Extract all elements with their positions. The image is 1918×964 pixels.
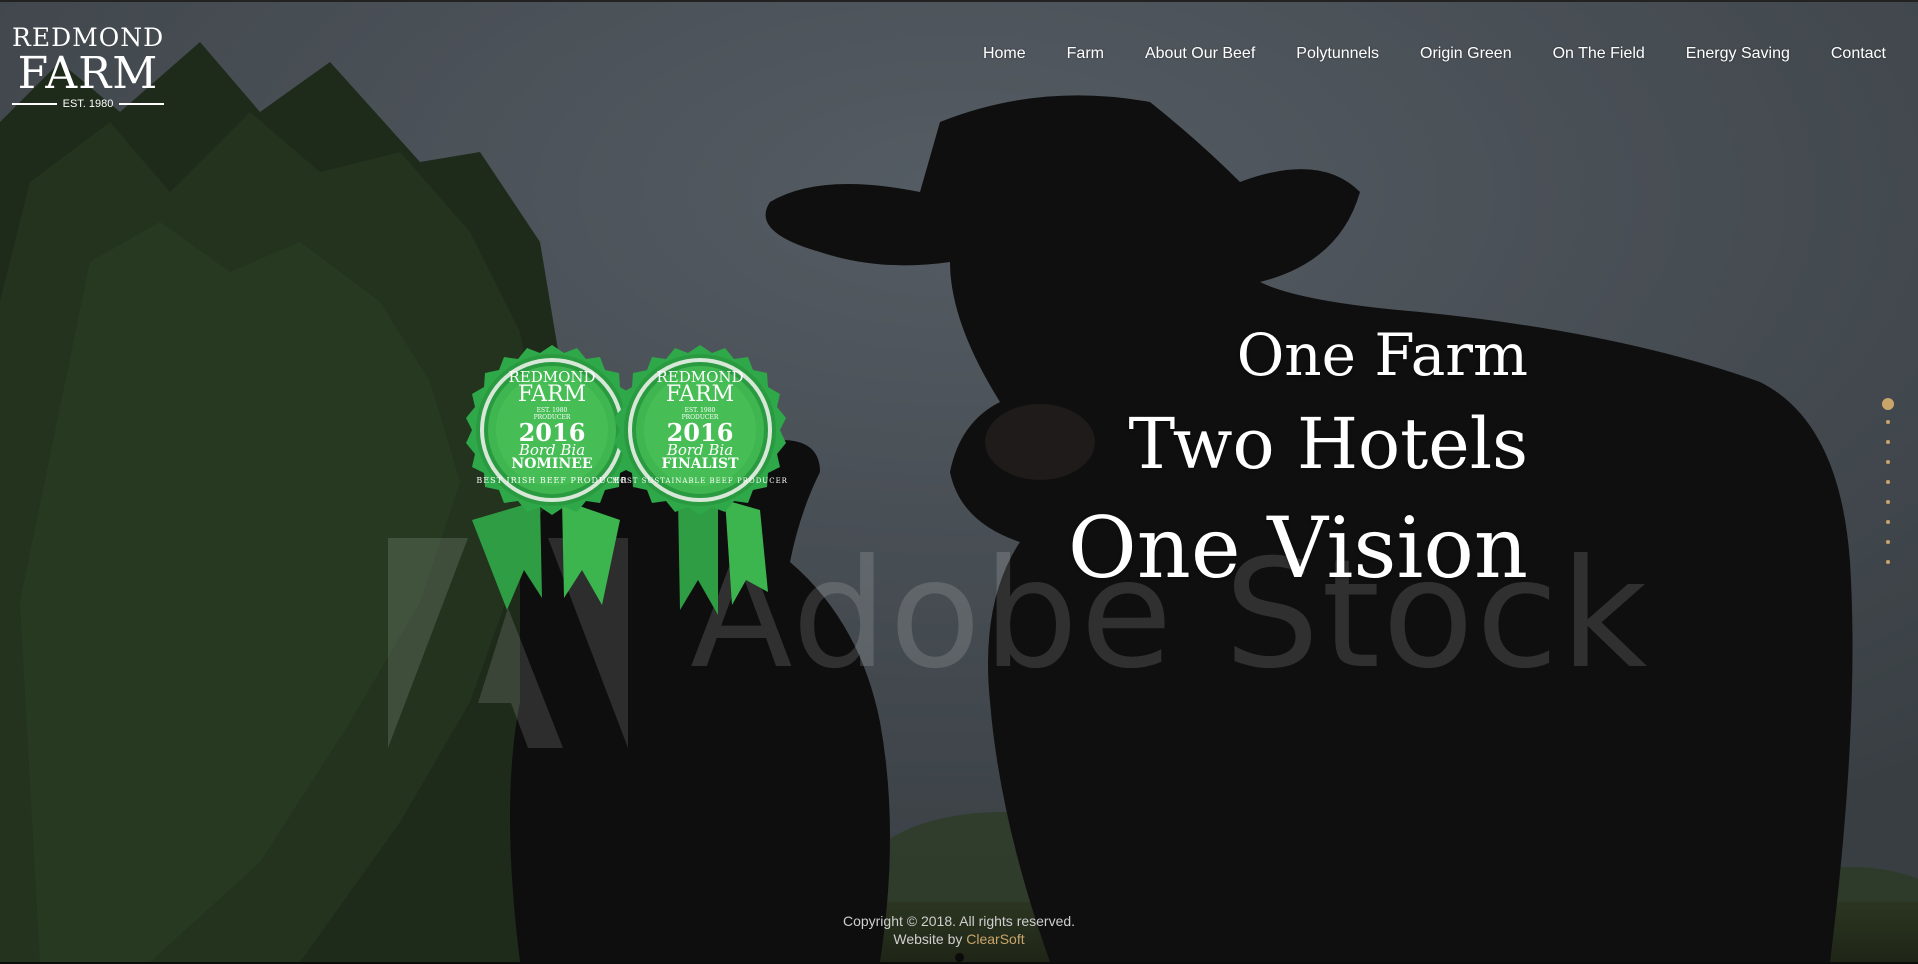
slider-dot-active[interactable] [1882, 398, 1894, 410]
footer-credit-link[interactable]: ClearSoft [966, 931, 1024, 947]
nav-item-origin-green[interactable]: Origin Green [1420, 44, 1512, 64]
hero-line-3: One Vision [1067, 499, 1528, 597]
hero-line-2: Two Hotels [1128, 403, 1528, 485]
nav-item-energy-saving[interactable]: Energy Saving [1686, 44, 1790, 64]
logo-est-row: EST. 1980 [12, 98, 165, 110]
nav-item-about-our-beef[interactable]: About Our Beef [1145, 44, 1255, 64]
footer-credit: Website by ClearSoft [0, 930, 1918, 948]
nav-item-farm[interactable]: Farm [1067, 44, 1104, 64]
site-footer: Copyright © 2018. All rights reserved. W… [0, 912, 1918, 948]
nav-item-contact[interactable]: Contact [1831, 44, 1886, 64]
slider-dot[interactable] [1886, 480, 1890, 484]
badge-farm-line2: FARM [665, 382, 735, 407]
logo-rule-right [119, 103, 165, 105]
nav-item-on-the-field[interactable]: On The Field [1553, 44, 1645, 64]
nav-item-home[interactable]: Home [983, 44, 1026, 64]
logo-rule-left [12, 103, 57, 105]
badge-ring-text: MOST SUSTAINABLE BEEF PRODUCER [612, 477, 788, 485]
badge-status: FINALIST [661, 456, 739, 472]
badge-small-text: EST. 1980 [684, 407, 716, 414]
logo-est: EST. 1980 [62, 98, 114, 110]
scroll-indicator [955, 953, 964, 962]
slider-dot[interactable] [1886, 560, 1890, 564]
slider-dot[interactable] [1886, 540, 1890, 544]
slider-dot[interactable] [1886, 420, 1890, 424]
slider-dot[interactable] [1886, 440, 1890, 444]
slider-dot[interactable] [1886, 520, 1890, 524]
slider-pagination [1882, 398, 1894, 580]
hero-headline: One Farm Two Hotels One Vision [1068, 320, 1528, 598]
nav-item-polytunnels[interactable]: Polytunnels [1296, 44, 1379, 64]
hero-line-1: One Farm [1236, 321, 1528, 389]
footer-credit-prefix: Website by [893, 931, 967, 947]
slider-dot[interactable] [1886, 460, 1890, 464]
logo-line-2: FARM [17, 48, 159, 99]
hero-slider: Adobe Stock REDMOND FARM EST. 1980 PRODU… [0, 2, 1918, 962]
site-logo[interactable]: REDMOND FARM EST. 1980 [12, 24, 165, 110]
slider-dot[interactable] [1886, 500, 1890, 504]
main-nav: Home Farm About Our Beef Polytunnels Ori… [942, 44, 1886, 64]
footer-copyright: Copyright © 2018. All rights reserved. [842, 913, 1076, 929]
award-badge-finalist: REDMOND FARM EST. 1980 PRODUCER 2016 Bor… [600, 330, 800, 620]
hero-background-image [0, 2, 1918, 962]
